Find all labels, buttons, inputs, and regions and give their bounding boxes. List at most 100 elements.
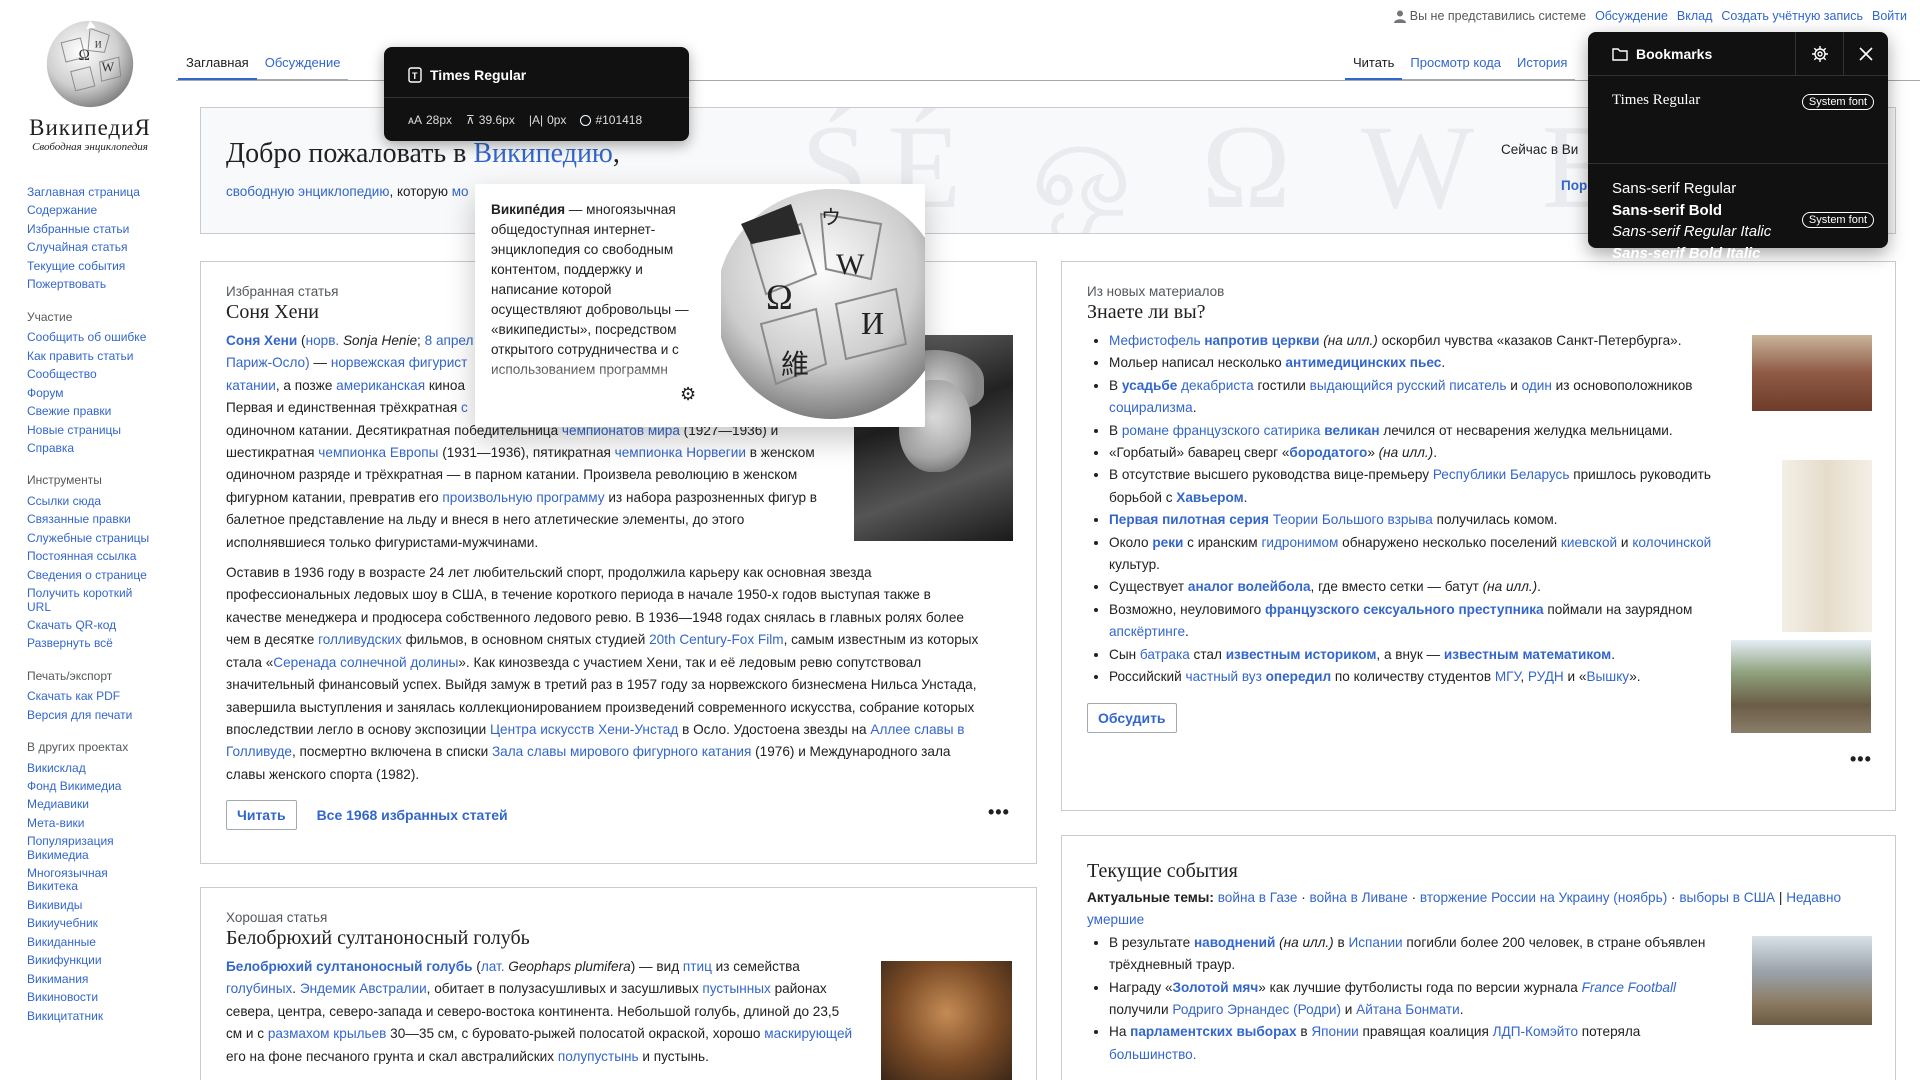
link[interactable]: Первая пилотная серия — [1109, 512, 1269, 527]
link[interactable]: France Football — [1582, 980, 1676, 995]
sidebar-item-random[interactable]: Случайная статья — [27, 241, 177, 254]
sidebar-item[interactable]: Скачать как PDF — [27, 690, 177, 703]
sidebar-item[interactable]: Связанные правки — [27, 513, 177, 526]
more-options-icon[interactable]: ••• — [988, 802, 1010, 823]
page-preview-popup[interactable]: Википе́дия — многоязычная общедоступная … — [475, 184, 925, 427]
link[interactable]: опередил — [1266, 669, 1332, 684]
sidebar-item-main-page[interactable]: Заглавная страница — [27, 185, 177, 199]
link[interactable]: французского сексуального преступника — [1265, 602, 1544, 617]
more-options-icon[interactable]: ••• — [1850, 749, 1872, 770]
link[interactable]: колочинской — [1632, 535, 1711, 550]
link[interactable]: большинство. — [1109, 1047, 1197, 1062]
link[interactable]: катании — [226, 378, 276, 393]
topic-link[interactable]: война в Ливане — [1310, 890, 1408, 905]
sidebar-item[interactable]: Медиавики — [27, 798, 177, 811]
sidebar-item[interactable]: Викицитатник — [27, 1009, 177, 1023]
bookmark-item-sans[interactable]: Sans-serif Regular Sans-serif Bold Sans-… — [1588, 164, 1888, 262]
link[interactable]: ЛДП-Комэйто — [1493, 1024, 1578, 1039]
link[interactable]: американская — [336, 378, 425, 393]
link[interactable]: Японии — [1311, 1024, 1358, 1039]
sidebar-item[interactable]: Версия для печати — [27, 708, 177, 722]
link[interactable]: Золотой мяч — [1173, 980, 1259, 995]
link[interactable]: Хавьером — [1176, 490, 1243, 505]
link[interactable]: реки — [1152, 535, 1183, 550]
link[interactable]: усадьбе — [1122, 378, 1177, 393]
sidebar-item[interactable]: Викивиды — [27, 898, 177, 912]
sidebar-item[interactable]: Постоянная ссылка — [27, 550, 177, 563]
link[interactable]: Вышку — [1586, 669, 1629, 684]
link[interactable]: известным математиком — [1444, 647, 1611, 662]
sidebar-item-current-events[interactable]: Текущие события — [27, 259, 177, 273]
sidebar-item[interactable]: Форум — [27, 386, 177, 400]
sidebar-item[interactable]: Новые страницы — [27, 423, 177, 437]
tab-main[interactable]: Заглавная — [178, 51, 257, 80]
tab-talk[interactable]: Обсуждение — [256, 51, 349, 80]
link[interactable]: РУДН — [1528, 669, 1564, 684]
link[interactable]: Париж-Осло) — [226, 355, 310, 370]
link[interactable]: голубиных — [226, 981, 292, 996]
link[interactable]: Белобрюхий султаноносный голубь — [226, 959, 473, 974]
wikipedia-logo[interactable]: Ω W И ВикипедиЯ Свободная энциклопедия — [20, 14, 160, 153]
link[interactable]: норвежская фигурист — [331, 355, 468, 370]
link[interactable]: Айтана Бонмати — [1356, 1002, 1460, 1017]
link[interactable]: напротив церкви — [1204, 333, 1319, 348]
link[interactable]: Соня Хени — [226, 333, 297, 348]
topic-link[interactable]: война в Газе — [1218, 890, 1298, 905]
link[interactable]: Зала славы мирового фигурного катания — [492, 744, 751, 759]
sidebar-item[interactable]: Викиучебник — [27, 917, 177, 930]
sidebar-item[interactable]: Викимания — [27, 972, 177, 986]
link[interactable]: романе французского сатирика — [1122, 423, 1321, 438]
sidebar-item[interactable]: Фонд Викимедиа — [27, 779, 177, 793]
link[interactable]: частный вуз — [1186, 669, 1262, 684]
topic-link[interactable]: выборы в США — [1679, 890, 1775, 905]
sidebar-item[interactable]: Сообщество — [27, 367, 177, 381]
sidebar-item[interactable]: Сообщить об ошибке — [27, 331, 177, 344]
sidebar-item[interactable]: Популяризация Викимедиа — [27, 835, 137, 862]
welcome-sub-link[interactable]: свободную энциклопедию — [226, 184, 389, 199]
sidebar-item[interactable]: Получить короткий URL — [27, 587, 147, 614]
sidebar-item[interactable]: Развернуть всё — [27, 637, 177, 650]
welcome-title-link[interactable]: Википедию — [473, 138, 612, 169]
gear-icon[interactable]: ⚙ — [680, 384, 696, 405]
sidebar-item[interactable]: Викиданные — [27, 935, 177, 949]
all-featured-link[interactable]: Все 1968 избранных статей — [317, 807, 508, 823]
link[interactable]: птиц — [683, 959, 712, 974]
link[interactable]: наводнений — [1194, 935, 1275, 950]
link[interactable]: Эндемик Австралии — [300, 981, 427, 996]
sidebar-item[interactable]: Викифункции — [27, 954, 177, 967]
link[interactable]: парламентских выборах — [1130, 1024, 1296, 1039]
sidebar-item[interactable]: Как править статьи — [27, 349, 177, 363]
link[interactable]: киевской — [1561, 535, 1617, 550]
portals-link[interactable]: Пор — [1561, 178, 1587, 193]
close-button[interactable] — [1843, 32, 1888, 76]
link[interactable]: Испании — [1348, 935, 1402, 950]
link[interactable]: декабриста — [1181, 378, 1254, 393]
link[interactable]: голливудских — [318, 632, 402, 647]
tab-read[interactable]: Читать — [1345, 51, 1403, 80]
link[interactable]: Теории Большого взрыва — [1273, 512, 1433, 527]
create-account-link[interactable]: Создать учётную запись — [1721, 9, 1863, 23]
link[interactable]: выдающийся русский писатель — [1310, 378, 1507, 393]
link[interactable]: чемпионка Европы — [318, 445, 438, 460]
link[interactable]: норв. — [306, 333, 340, 348]
link[interactable]: великан — [1324, 423, 1379, 438]
sidebar-item[interactable]: Многоязычная Викитека — [27, 866, 137, 893]
read-button[interactable]: Читать — [226, 800, 297, 831]
link[interactable]: социрализма — [1109, 400, 1193, 415]
sidebar-item[interactable]: Сведения о странице — [27, 568, 177, 582]
link[interactable]: полупустынь — [558, 1049, 639, 1064]
link[interactable]: размахом крыльев — [268, 1026, 387, 1041]
settings-button[interactable] — [1795, 32, 1843, 76]
sidebar-item[interactable]: Викиновости — [27, 991, 177, 1004]
link[interactable]: 20th Century-Fox Film — [649, 632, 783, 647]
topic-link[interactable]: вторжение России на Украину (ноябрь) — [1420, 890, 1667, 905]
link[interactable]: Серенада солнечной долины — [273, 655, 458, 670]
dyk-image-figure[interactable] — [1782, 460, 1872, 632]
sidebar-item-donate[interactable]: Пожертвовать — [27, 278, 177, 291]
link[interactable]: Аллее славы в — [870, 722, 964, 737]
dyk-image-church[interactable] — [1752, 335, 1872, 411]
link[interactable]: с — [461, 400, 468, 415]
link[interactable]: лат. — [481, 959, 505, 974]
link[interactable]: бородатого — [1289, 445, 1367, 460]
dyk-image-volleyball[interactable] — [1731, 640, 1871, 733]
